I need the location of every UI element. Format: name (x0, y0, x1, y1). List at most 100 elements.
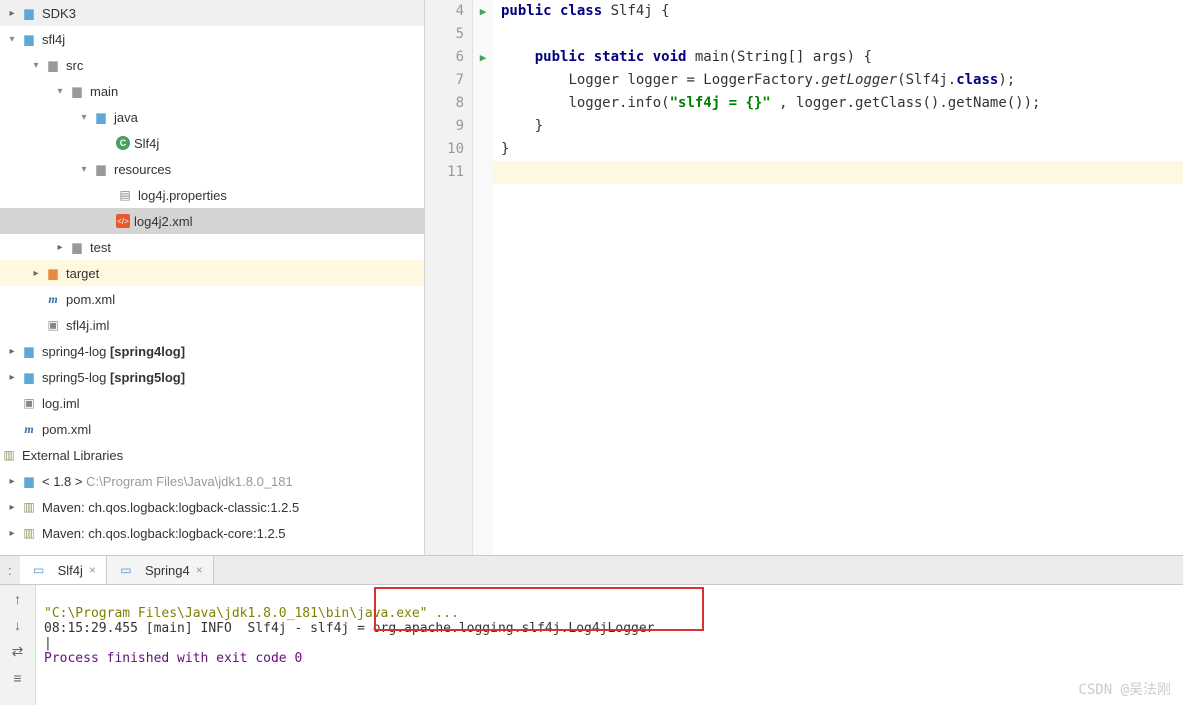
tree-spring4log[interactable]: ▆ spring4-log [spring4log] (0, 338, 424, 364)
folder-icon: ▆ (20, 4, 38, 22)
chevron-right-icon[interactable] (52, 242, 68, 253)
console-exit: Process finished with exit code 0 (44, 651, 302, 666)
folder-icon: ▆ (20, 368, 38, 386)
up-icon[interactable]: ↑ (14, 591, 21, 607)
tree-label: spring5-log [spring5log] (42, 370, 185, 385)
tree-label: sfl4j (42, 32, 65, 47)
tree-label: target (66, 266, 99, 281)
tree-pom2[interactable]: m pom.xml (0, 416, 424, 442)
tree-log4j-props[interactable]: ▤ log4j.properties (0, 182, 424, 208)
library-icon: ▥ (20, 524, 38, 542)
run-icon[interactable]: ▶ (480, 51, 487, 64)
tab-label: Slf4j (58, 563, 83, 578)
chevron-down-icon[interactable] (4, 34, 20, 45)
tree-label: sfl4j.iml (66, 318, 109, 333)
tab-slf4j[interactable]: ▭ Slf4j × (20, 556, 107, 584)
close-icon[interactable]: × (196, 563, 203, 577)
tree-ext-libs[interactable]: ▥ External Libraries (0, 442, 424, 468)
down-icon[interactable]: ↓ (14, 617, 21, 633)
chevron-right-icon[interactable] (28, 268, 44, 279)
code-content[interactable]: public class Slf4j { public static void … (493, 0, 1183, 555)
tree-java[interactable]: ▆ java (0, 104, 424, 130)
library-icon: ▥ (20, 498, 38, 516)
tab-label: Spring4 (145, 563, 190, 578)
chevron-right-icon[interactable] (4, 476, 20, 487)
tree-sfl4j[interactable]: ▆ sfl4j (0, 26, 424, 52)
tree-label: pom.xml (66, 292, 115, 307)
tree-pom1[interactable]: m pom.xml (0, 286, 424, 312)
close-icon[interactable]: × (89, 563, 96, 577)
chevron-right-icon[interactable] (4, 372, 20, 383)
tree-label: Slf4j (134, 136, 159, 151)
tab-spring4[interactable]: ▭ Spring4 × (107, 556, 214, 584)
highlight-box (374, 587, 704, 631)
tree-resources[interactable]: ▆ resources (0, 156, 424, 182)
code-editor[interactable]: 4 5 6 7 8 9 10 11 ▶ ▶ (425, 0, 1183, 555)
xml-icon: </> (116, 214, 130, 228)
tree-label: Maven: ch.qos.logback:logback-classic:1.… (42, 500, 299, 515)
wrap-icon[interactable]: ⇄ (12, 643, 24, 660)
app-icon: ▭ (30, 561, 48, 579)
tree-sfl4j-iml[interactable]: ▣ sfl4j.iml (0, 312, 424, 338)
tree-label: src (66, 58, 83, 73)
folder-icon: ▆ (20, 342, 38, 360)
project-tree[interactable]: ▆ SDK3 ▆ sfl4j ▆ src ▆ main ▆ java (0, 0, 425, 555)
maven-icon: m (20, 420, 38, 438)
tree-label: log.iml (42, 396, 80, 411)
tree-log-iml[interactable]: ▣ log.iml (0, 390, 424, 416)
tree-log4j2-xml[interactable]: </> log4j2.xml (0, 208, 424, 234)
library-icon: ▥ (0, 446, 18, 464)
tree-label: SDK3 (42, 6, 76, 21)
tree-src[interactable]: ▆ src (0, 52, 424, 78)
chevron-down-icon[interactable] (28, 60, 44, 71)
iml-icon: ▣ (44, 316, 62, 334)
run-label: : (0, 556, 20, 584)
cursor: | (44, 636, 52, 651)
folder-icon: ▆ (92, 160, 110, 178)
tree-maven1[interactable]: ▥ Maven: ch.qos.logback:logback-classic:… (0, 494, 424, 520)
chevron-right-icon[interactable] (4, 8, 20, 19)
tree-label: < 1.8 > C:\Program Files\Java\jdk1.8.0_1… (42, 474, 293, 489)
maven-icon: m (44, 290, 62, 308)
chevron-down-icon[interactable] (76, 164, 92, 175)
folder-icon: ▆ (92, 108, 110, 126)
folder-icon: ▆ (68, 238, 86, 256)
folder-icon: ▆ (68, 82, 86, 100)
chevron-right-icon[interactable] (4, 528, 20, 539)
gutter-icons: ▶ ▶ (473, 0, 493, 555)
tree-label: spring4-log [spring4log] (42, 344, 185, 359)
tree-label: java (114, 110, 138, 125)
tree-label: main (90, 84, 118, 99)
folder-icon: ▆ (20, 30, 38, 48)
tree-label: log4j.properties (138, 188, 227, 203)
iml-icon: ▣ (20, 394, 38, 412)
tree-sdk3[interactable]: ▆ SDK3 (0, 0, 424, 26)
run-icon[interactable]: ▶ (480, 5, 487, 18)
tree-main[interactable]: ▆ main (0, 78, 424, 104)
folder-icon: ▆ (44, 56, 62, 74)
scroll-icon[interactable]: ≡ (13, 670, 21, 686)
properties-icon: ▤ (116, 186, 134, 204)
tree-label: pom.xml (42, 422, 91, 437)
tree-slf4j-class[interactable]: C Slf4j (0, 130, 424, 156)
run-tabs: : ▭ Slf4j × ▭ Spring4 × (0, 555, 1183, 585)
app-icon: ▭ (117, 561, 135, 579)
class-icon: C (116, 136, 130, 150)
tree-maven2[interactable]: ▥ Maven: ch.qos.logback:logback-core:1.2… (0, 520, 424, 546)
tree-label: External Libraries (22, 448, 123, 463)
chevron-down-icon[interactable] (76, 112, 92, 123)
chevron-right-icon[interactable] (4, 502, 20, 513)
tree-label: log4j2.xml (134, 214, 193, 229)
tree-label: Maven: ch.qos.logback:logback-core:1.2.5 (42, 526, 286, 541)
line-gutter: 4 5 6 7 8 9 10 11 (425, 0, 473, 555)
tree-target[interactable]: ▆ target (0, 260, 424, 286)
watermark: CSDN @吴法刚 (1078, 679, 1171, 699)
tree-test[interactable]: ▆ test (0, 234, 424, 260)
chevron-right-icon[interactable] (4, 346, 20, 357)
tree-spring5log[interactable]: ▆ spring5-log [spring5log] (0, 364, 424, 390)
console-output[interactable]: "C:\Program Files\Java\jdk1.8.0_181\bin\… (36, 585, 1183, 705)
tree-label: resources (114, 162, 171, 177)
console-panel: ↑ ↓ ⇄ ≡ "C:\Program Files\Java\jdk1.8.0_… (0, 585, 1183, 705)
tree-jdk[interactable]: ▆ < 1.8 > C:\Program Files\Java\jdk1.8.0… (0, 468, 424, 494)
chevron-down-icon[interactable] (52, 86, 68, 97)
